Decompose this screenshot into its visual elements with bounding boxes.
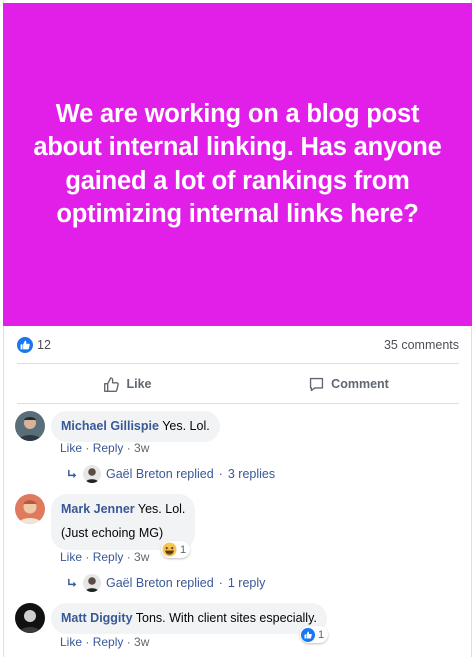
avatar[interactable] <box>15 603 45 633</box>
comment-meta: Like · Reply · 3w <box>60 635 149 649</box>
like-count-group[interactable]: 12 <box>17 337 51 353</box>
comment-label: Comment <box>331 377 389 391</box>
avatar[interactable] <box>15 411 45 441</box>
comment-like-link[interactable]: Like <box>60 550 82 564</box>
reply-count: 3 replies <box>227 467 276 481</box>
comment-text: Yes. Lol. <box>162 419 210 433</box>
comment-meta: Like · Reply · 3w <box>60 550 149 564</box>
comment-like-link[interactable]: Like <box>60 635 82 649</box>
reaction-count: 1 <box>318 628 325 641</box>
separator: · <box>82 550 93 564</box>
comment-reply-link[interactable]: Reply <box>93 441 124 455</box>
post-text: We are working on a blog post about inte… <box>33 99 442 229</box>
like-reaction-icon <box>301 627 315 642</box>
replier-name: Gaël Breton replied <box>106 576 214 590</box>
comment-text: Tons. With client sites especially. <box>135 611 317 625</box>
replier-avatar <box>83 465 101 483</box>
comment-author[interactable]: Matt Diggity <box>61 611 133 625</box>
like-label: Like <box>126 377 152 391</box>
reply-arrow-icon <box>68 578 77 587</box>
separator: · <box>82 441 93 455</box>
comment-meta: Like · Reply · 3w <box>60 441 149 455</box>
thumbs-up-icon <box>104 376 120 392</box>
avatar[interactable] <box>15 494 45 524</box>
post-banner: We are working on a blog post about inte… <box>3 3 472 326</box>
reaction-stats: 12 35 comments <box>17 336 459 354</box>
reply-count: 1 reply <box>227 576 266 590</box>
reply-arrow-icon <box>68 469 77 478</box>
comment-time[interactable]: 3w <box>134 441 149 455</box>
separator: · <box>218 576 223 590</box>
comment-button[interactable]: Comment <box>238 366 459 402</box>
divider <box>17 363 459 364</box>
comment-time[interactable]: 3w <box>134 550 149 564</box>
comment-text: (Just echoing MG) <box>61 526 164 540</box>
comment-author[interactable]: Mark Jenner <box>61 502 135 516</box>
comment-bubble: Michael Gillispie Yes. Lol. <box>51 411 220 442</box>
like-button[interactable]: Like <box>17 366 238 402</box>
view-replies-link[interactable]: Gaël Breton replied · 3 replies <box>67 465 275 483</box>
separator: · <box>123 441 135 455</box>
comment-reply-link[interactable]: Reply <box>93 635 124 649</box>
haha-emoji-icon <box>162 542 177 557</box>
comment-author[interactable]: Michael Gillispie <box>61 419 159 433</box>
replier-name: Gaël Breton replied <box>106 467 214 481</box>
separator: · <box>218 467 223 481</box>
view-replies-link[interactable]: Gaël Breton replied · 1 reply <box>67 574 265 592</box>
separator: · <box>123 635 135 649</box>
separator: · <box>123 550 135 564</box>
separator: · <box>82 635 93 649</box>
replier-avatar <box>83 574 101 592</box>
comment-bubble: Matt Diggity Tons. With client sites esp… <box>51 603 327 634</box>
like-reaction-icon <box>17 337 33 353</box>
comment-like-link[interactable]: Like <box>60 441 82 455</box>
comments-count[interactable]: 35 comments <box>384 338 459 352</box>
comment-reaction-badge[interactable]: 1 <box>161 541 191 558</box>
comment-reply-link[interactable]: Reply <box>93 550 124 564</box>
reaction-count: 1 <box>180 543 187 556</box>
comment-reaction-badge[interactable]: 1 <box>300 626 329 643</box>
like-count: 12 <box>37 338 51 352</box>
comment-text: Yes. Lol. <box>137 502 186 516</box>
comment-icon <box>310 377 324 391</box>
comment-time[interactable]: 3w <box>134 635 149 649</box>
divider <box>17 403 459 404</box>
post-actions: Like Comment <box>17 366 459 402</box>
